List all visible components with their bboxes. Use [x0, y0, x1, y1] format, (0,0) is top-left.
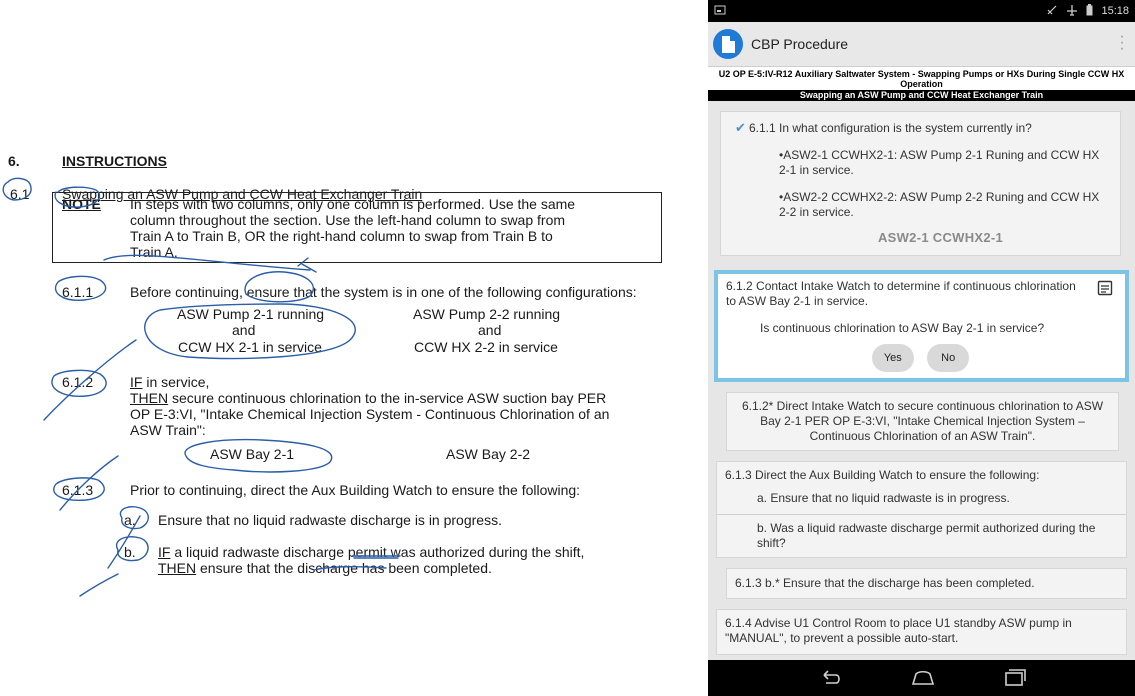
option-text: •ASW2-2 CCWHX2-2: ASW Pump 2-2 Runing an… — [779, 190, 1100, 219]
step-text: secure continuous chlorination to the in… — [168, 390, 607, 406]
substep-text: b. Was a liquid radwaste discharge permi… — [757, 521, 1096, 550]
procedure-title-line: Operation — [900, 79, 943, 89]
paper-procedure-scan: 6. INSTRUCTIONS 6.1 Swapping an ASW Pump… — [0, 0, 700, 696]
step-6-1-3b-star-card[interactable]: 6.1.3 b.* Ensure that the discharge has … — [726, 568, 1127, 599]
screenshot-icon — [714, 5, 726, 18]
config-right-line: ASW Pump 2-2 running — [413, 306, 561, 322]
config-right-line: and — [478, 322, 502, 338]
note-line: In steps with two columns, only one colu… — [130, 196, 576, 212]
battery-icon — [1086, 3, 1093, 19]
step-text: Prior to continuing, direct the Aux Buil… — [130, 482, 581, 498]
note-line: column throughout the section. Use the l… — [130, 212, 566, 228]
handwritten-annotations — [2, 177, 401, 597]
step-line: IF in service, — [130, 374, 209, 390]
ink-mark-bottom — [79, 573, 119, 597]
option-text: •ASW2-1 CCWHX2-1: ASW Pump 2-1 Runing an… — [779, 148, 1100, 177]
step-number: 6.1.2 — [62, 374, 94, 390]
step-text: Before continuing, ensure that the syste… — [130, 284, 637, 300]
status-bar: 15:18 — [708, 0, 1135, 22]
overflow-menu-icon[interactable]: · · · — [1119, 29, 1125, 57]
step-list[interactable]: ✔ 6.1.1 In what configuration is the syst… — [708, 101, 1135, 655]
no-button[interactable]: No — [927, 344, 970, 372]
bay-left: ASW Bay 2-1 — [210, 446, 295, 462]
note-line: Train A. — [130, 244, 178, 260]
substep-letter: a. — [124, 512, 136, 528]
step-line: THEN secure continuous chlorination to t… — [130, 390, 606, 406]
home-icon[interactable] — [910, 668, 936, 693]
airplane-mode-icon — [1066, 4, 1078, 19]
step-6-1-2-card[interactable]: 6.1.2 Contact Intake Watch to determine … — [714, 270, 1129, 382]
action-bar: CBP Procedure · · · — [708, 22, 1135, 67]
back-icon[interactable] — [818, 668, 844, 693]
step-6-1-2-star-card[interactable]: 6.1.2* Direct Intake Watch to secure con… — [726, 392, 1119, 451]
bay-right: ASW Bay 2-2 — [446, 446, 531, 462]
substep-letter: b. — [124, 544, 136, 560]
then-keyword: THEN — [158, 560, 197, 576]
tablet-app: 15:18 CBP Procedure · · · U2 OP E-5:IV-R12… — [708, 0, 1135, 696]
step-number: 6.1.1 — [62, 284, 94, 300]
substep-text: a liquid radwaste discharge permit was a… — [170, 544, 585, 560]
config-left-line: CCW HX 2-1 in service — [178, 339, 322, 355]
section-number: 6. — [8, 153, 20, 169]
checkmark-icon: ✔ — [735, 120, 746, 135]
substep-text: a. Ensure that no liquid radwaste is in … — [757, 491, 1010, 505]
config-left-line: and — [232, 322, 256, 338]
step-6-1-4-card[interactable]: 6.1.4 Advise U1 Control Room to place U1… — [716, 609, 1127, 655]
substep-number: 6.1 — [10, 186, 30, 202]
no-signal-icon — [1046, 4, 1058, 19]
yes-button[interactable]: Yes — [871, 344, 914, 372]
section-header: Swapping an ASW Pump and CCW Heat Exchan… — [708, 90, 1135, 101]
step-text: 6.1.4 Advise U1 Control Room to place U1… — [725, 616, 1072, 645]
step-text: in service, — [142, 374, 210, 390]
if-keyword: IF — [130, 374, 143, 390]
then-keyword: THEN — [130, 390, 169, 406]
notes-icon[interactable] — [1097, 280, 1113, 300]
section-title: INSTRUCTIONS — [62, 153, 167, 169]
step-6-1-3-card[interactable]: 6.1.3 Direct the Aux Building Watch to e… — [716, 461, 1127, 558]
step-text: 6.1.3 Direct the Aux Building Watch to e… — [725, 468, 1040, 482]
answer-buttons: Yes No — [726, 336, 1115, 372]
substep-line: THEN ensure that the discharge has been … — [158, 560, 492, 576]
step-question: Is continuous chlorination to ASW Bay 2-… — [760, 321, 1045, 335]
note-line: Train A to Train B, OR the right-hand co… — [130, 228, 553, 244]
step-text: 6.1.3 b.* Ensure that the discharge has … — [735, 576, 1035, 590]
step-6-1-1-card[interactable]: ✔ 6.1.1 In what configuration is the syst… — [720, 111, 1121, 256]
app-logo-icon[interactable] — [713, 29, 743, 59]
config-right-line: CCW HX 2-2 in service — [414, 339, 558, 355]
note-label: NOTE — [62, 196, 101, 212]
step-line: ASW Train": — [130, 422, 206, 438]
step-text: 6.1.2* Direct Intake Watch to secure con… — [741, 399, 1104, 443]
status-time: 15:18 — [1101, 5, 1129, 17]
substep-text: Ensure that no liquid radwaste discharge… — [158, 512, 502, 528]
step-question: 6.1.1 In what configuration is the syste… — [749, 121, 1032, 135]
if-keyword: IF — [158, 544, 171, 560]
selected-answer: ASW2-1 CCWHX2-1 — [877, 230, 1004, 245]
substep-line: IF a liquid radwaste discharge permit wa… — [158, 544, 584, 560]
step-number: 6.1.3 — [62, 482, 94, 498]
step-line: OP E-3:VI, "Intake Chemical Injection Sy… — [130, 406, 610, 422]
substep-text: ensure that the discharge has been compl… — [196, 560, 492, 576]
recent-apps-icon[interactable] — [1002, 668, 1028, 693]
procedure-title: U2 OP E-5:IV-R12 Auxiliary Saltwater Sys… — [708, 67, 1135, 90]
step-text: 6.1.2 Contact Intake Watch to determine … — [726, 279, 1076, 308]
config-left-line: ASW Pump 2-1 running — [177, 306, 325, 322]
procedure-title-line: U2 OP E-5:IV-R12 Auxiliary Saltwater Sys… — [718, 69, 1125, 79]
navigation-bar — [708, 660, 1135, 696]
app-title: CBP Procedure — [751, 36, 849, 52]
